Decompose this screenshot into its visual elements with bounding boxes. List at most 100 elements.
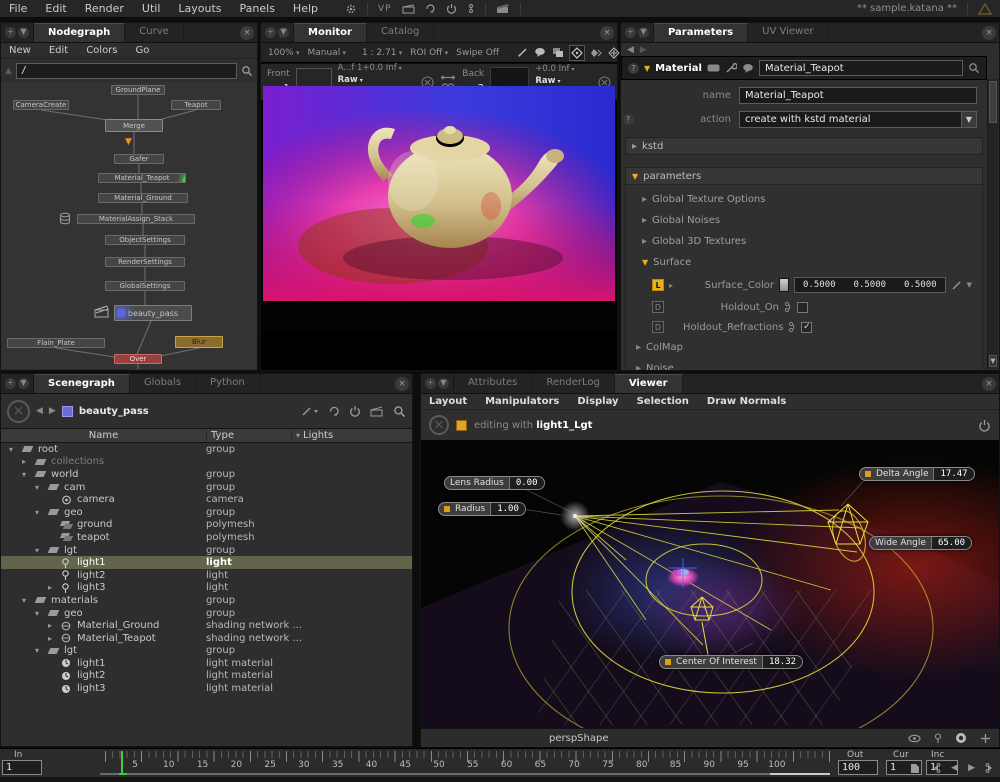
roi-dropdown[interactable]: ROI Off bbox=[407, 47, 451, 59]
parameters-tab[interactable]: Parameters bbox=[654, 23, 748, 42]
menu-item[interactable]: Edit bbox=[36, 0, 75, 17]
menu-item[interactable]: Util bbox=[133, 0, 169, 17]
camera-name-label[interactable]: perspShape bbox=[549, 733, 608, 744]
render-slate-icon[interactable] bbox=[496, 3, 510, 14]
pane-menu-icon[interactable]: ▼ bbox=[638, 27, 649, 38]
menu-item[interactable]: File bbox=[0, 0, 36, 17]
manipulator-value-pill[interactable]: Lens Radius 0.00 bbox=[444, 476, 545, 490]
graph-node[interactable]: Over bbox=[114, 354, 162, 364]
search-icon[interactable] bbox=[393, 405, 406, 418]
expander-icon[interactable]: ▸ bbox=[48, 634, 57, 643]
param-group-row[interactable]: Global Texture Options bbox=[626, 189, 982, 210]
light-icon[interactable] bbox=[934, 733, 942, 744]
expander-icon[interactable]: ▾ bbox=[35, 483, 44, 492]
comment-icon[interactable] bbox=[742, 63, 754, 74]
color-swatch[interactable] bbox=[779, 278, 789, 292]
expander-icon[interactable]: ▸ bbox=[48, 583, 57, 592]
parameters-scrollbar[interactable]: ▼ bbox=[987, 79, 998, 369]
help-icon[interactable]: ? bbox=[623, 114, 634, 125]
back-view-transform-dropdown[interactable]: Raw bbox=[535, 76, 560, 86]
nodegraph-tab[interactable]: Nodegraph bbox=[34, 23, 125, 42]
power-icon[interactable] bbox=[446, 3, 457, 14]
scenegraph-row[interactable]: ▸ light3 light bbox=[1, 582, 412, 595]
graph-node[interactable]: Teapot bbox=[171, 100, 221, 110]
expander-icon[interactable]: ▸ bbox=[48, 621, 57, 630]
pane-menu-icon[interactable]: ▼ bbox=[18, 27, 29, 38]
column-header-type[interactable]: Type bbox=[206, 430, 291, 441]
expander-icon[interactable]: ▸ bbox=[22, 457, 31, 466]
diamond-icon[interactable] bbox=[589, 46, 603, 60]
zoom-dropdown[interactable]: 100% bbox=[265, 47, 302, 59]
pane-menu-icon[interactable]: ▼ bbox=[18, 378, 29, 389]
history-back-icon[interactable]: ◀ bbox=[36, 406, 43, 416]
graph-node[interactable]: Merge bbox=[105, 119, 163, 132]
help-icon[interactable]: ? bbox=[628, 63, 639, 74]
step-forward-icon[interactable]: ▶ bbox=[968, 763, 975, 773]
nodegraph-menu-item[interactable]: Edit bbox=[41, 44, 76, 57]
close-panel-icon[interactable] bbox=[600, 26, 614, 40]
scenegraph-row[interactable]: ▾ materials group bbox=[1, 594, 412, 607]
graph-node[interactable]: Material_Teapot bbox=[98, 173, 186, 183]
graph-node[interactable]: CameraCreate bbox=[13, 100, 69, 110]
power-icon[interactable] bbox=[349, 405, 361, 417]
scenegraph-row[interactable]: light1 light bbox=[1, 556, 412, 569]
warning-icon[interactable] bbox=[978, 3, 992, 15]
viewer-menu-item[interactable]: Manipulators bbox=[477, 395, 567, 408]
graph-node[interactable]: Gafer bbox=[114, 154, 164, 164]
in-frame-field[interactable] bbox=[2, 760, 42, 775]
swipe-toggle[interactable]: Swipe Off bbox=[453, 47, 502, 59]
surface-color-values[interactable]: 0.5000 0.5000 0.5000 bbox=[794, 277, 946, 293]
ratio-dropdown[interactable]: 1 : 2.71 bbox=[359, 47, 405, 59]
viewer-tab[interactable]: RenderLog bbox=[532, 374, 614, 393]
search-icon[interactable] bbox=[968, 62, 980, 74]
parameters-group-header[interactable]: parameters bbox=[625, 167, 983, 185]
scenegraph-row[interactable]: ▾ geo group bbox=[1, 506, 412, 519]
graph-node[interactable]: MaterialAssign_Stack bbox=[77, 214, 195, 224]
graph-node[interactable]: ObjectSettings bbox=[105, 235, 185, 245]
comment-icon[interactable] bbox=[533, 46, 547, 59]
viewer-menu-item[interactable]: Draw Normals bbox=[699, 395, 794, 408]
pane-split-icon[interactable]: + bbox=[5, 378, 16, 389]
scenegraph-row[interactable]: light2 light material bbox=[1, 670, 412, 683]
viewer-menu-item[interactable]: Layout bbox=[421, 395, 475, 408]
refresh-icon[interactable] bbox=[425, 3, 436, 14]
history-forward-icon[interactable]: ▶ bbox=[640, 45, 647, 55]
swap-buffers-icon[interactable] bbox=[440, 74, 456, 81]
scenegraph-tab[interactable]: Scenegraph bbox=[34, 374, 130, 393]
history-forward-icon[interactable]: ▶ bbox=[49, 406, 56, 416]
viewer-menu-item[interactable]: Display bbox=[569, 395, 626, 408]
scenegraph-row[interactable]: ▾ root group bbox=[1, 443, 412, 456]
graph-node[interactable]: GroundPlane bbox=[111, 85, 165, 95]
value-state-icon[interactable] bbox=[788, 321, 796, 333]
parameters-tab[interactable]: UV Viewer bbox=[748, 23, 828, 42]
back-exposure-value[interactable]: +0.0 bbox=[535, 64, 556, 74]
expander-icon[interactable]: ▾ bbox=[35, 546, 44, 555]
collapse-node-icon[interactable] bbox=[644, 64, 650, 73]
param-group-row[interactable]: Global 3D Textures bbox=[626, 231, 982, 252]
expander-icon[interactable]: ▾ bbox=[9, 445, 18, 454]
scenegraph-row[interactable]: teapot polymesh bbox=[1, 531, 412, 544]
colmap-group-row[interactable]: ColMap bbox=[626, 337, 982, 358]
graph-node[interactable]: GlobalSettings bbox=[105, 281, 185, 291]
graph-node[interactable]: RenderSettings bbox=[105, 257, 185, 267]
manipulator-value-pill[interactable]: Wide Angle 65.00 bbox=[869, 536, 972, 550]
layers-icon[interactable] bbox=[551, 46, 565, 59]
scenegraph-row[interactable]: ▾ lgt group bbox=[1, 645, 412, 658]
scenegraph-row[interactable]: ▾ geo group bbox=[1, 607, 412, 620]
viewer-tab[interactable]: Viewer bbox=[615, 374, 683, 393]
scenegraph-row[interactable]: camera camera bbox=[1, 493, 412, 506]
manipulator-value-pill[interactable]: Delta Angle 17.47 bbox=[859, 467, 975, 481]
nodegraph-menu-item[interactable]: Go bbox=[128, 44, 158, 57]
node-name-field[interactable]: Material_Teapot bbox=[759, 60, 963, 76]
monitor-tab[interactable]: Monitor bbox=[294, 23, 367, 42]
menu-item[interactable]: Help bbox=[284, 0, 327, 17]
nodegraph-canvas[interactable]: GroundPlane CameraCreate Teapot Merge Gafer M… bbox=[1, 82, 257, 369]
visibility-icon[interactable] bbox=[908, 734, 921, 743]
kstd-group-header[interactable]: kstd bbox=[625, 137, 983, 155]
expander-icon[interactable]: ▾ bbox=[22, 470, 31, 479]
pane-menu-icon[interactable]: ▼ bbox=[278, 27, 289, 38]
column-header-lights[interactable]: Lights bbox=[291, 430, 333, 441]
holdout-refractions-checkbox[interactable]: ✓ bbox=[801, 322, 812, 333]
pen-icon[interactable] bbox=[951, 280, 962, 291]
scroll-down-icon[interactable]: ▼ bbox=[989, 355, 997, 367]
